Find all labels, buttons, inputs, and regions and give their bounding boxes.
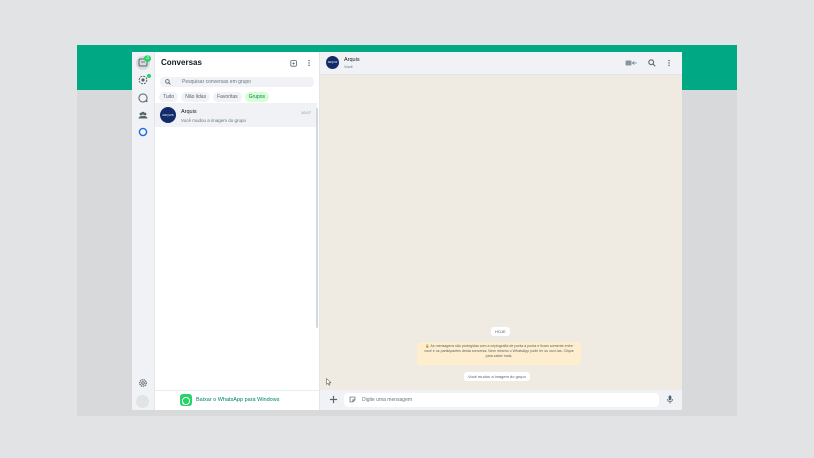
filter-chips: Tudo Não lidas Favoritas Grupos	[159, 92, 270, 102]
conversation-header[interactable]: ARQUIS Arquis Você	[320, 52, 682, 75]
profile-avatar[interactable]	[136, 395, 149, 408]
message-input[interactable]	[362, 393, 642, 407]
settings-icon[interactable]	[137, 377, 149, 389]
channels-icon[interactable]	[137, 92, 149, 104]
mouse-cursor-icon	[326, 378, 332, 386]
download-banner[interactable]: Baixar o WhatsApp para Windows	[155, 390, 319, 410]
conversation-subtitle: Você	[344, 64, 353, 69]
chat-list-pane: Conversas Tudo Não lidas Favoritas Grupo…	[155, 52, 320, 410]
microphone-icon[interactable]	[666, 395, 674, 404]
nav-rail: 3	[132, 52, 155, 410]
conversation-pane: ARQUIS Arquis Você HOJE 🔒 As mensagens s…	[320, 52, 682, 410]
conversation-name: Arquis	[344, 57, 360, 63]
whatsapp-app: 3 Conversas Tudo Não lidas Favor	[132, 52, 682, 410]
chat-list-scrollbar[interactable]	[316, 108, 318, 328]
filter-chip-tudo[interactable]: Tudo	[159, 92, 179, 102]
search-bar	[160, 77, 314, 87]
whatsapp-logo-icon	[180, 394, 192, 406]
conversation-menu-icon[interactable]	[665, 59, 673, 67]
chats-badge: 3	[144, 55, 151, 62]
filter-chip-grupos[interactable]: Grupos	[244, 92, 270, 102]
chat-list-title: Conversas	[161, 58, 202, 67]
chat-avatar: ARQUIS	[160, 107, 176, 123]
chat-time: 10:07	[300, 110, 311, 115]
search-input[interactable]	[182, 77, 307, 87]
search-icon	[165, 79, 171, 85]
conversation-avatar[interactable]: ARQUIS	[326, 56, 339, 69]
search-icon[interactable]	[648, 59, 656, 67]
message-input-box	[344, 393, 659, 407]
filter-chip-nao-lidas[interactable]: Não lidas	[181, 92, 211, 102]
encryption-notice[interactable]: 🔒 As mensagens são protegidas com a crip…	[417, 342, 581, 365]
download-link[interactable]: Baixar o WhatsApp para Windows	[196, 397, 279, 403]
day-separator: HOJE	[491, 327, 510, 336]
chat-name: Arquis	[181, 109, 197, 115]
message-composer	[320, 390, 682, 410]
system-message: Você mudou a imagem do grupo	[464, 372, 530, 381]
video-call-icon[interactable]	[625, 59, 637, 67]
chat-preview: Você mudou a imagem do grupo	[181, 118, 247, 123]
filter-chip-favoritas[interactable]: Favoritas	[213, 92, 242, 102]
sticker-icon[interactable]	[349, 396, 356, 403]
meta-ai-icon[interactable]	[137, 126, 149, 138]
new-chat-icon[interactable]	[290, 59, 298, 67]
communities-icon[interactable]	[137, 109, 149, 121]
status-dot	[147, 74, 151, 78]
attach-plus-icon[interactable]	[329, 395, 338, 404]
chat-list-item[interactable]: ARQUIS Arquis Você mudou a imagem do gru…	[155, 103, 317, 127]
menu-icon[interactable]	[305, 59, 313, 67]
